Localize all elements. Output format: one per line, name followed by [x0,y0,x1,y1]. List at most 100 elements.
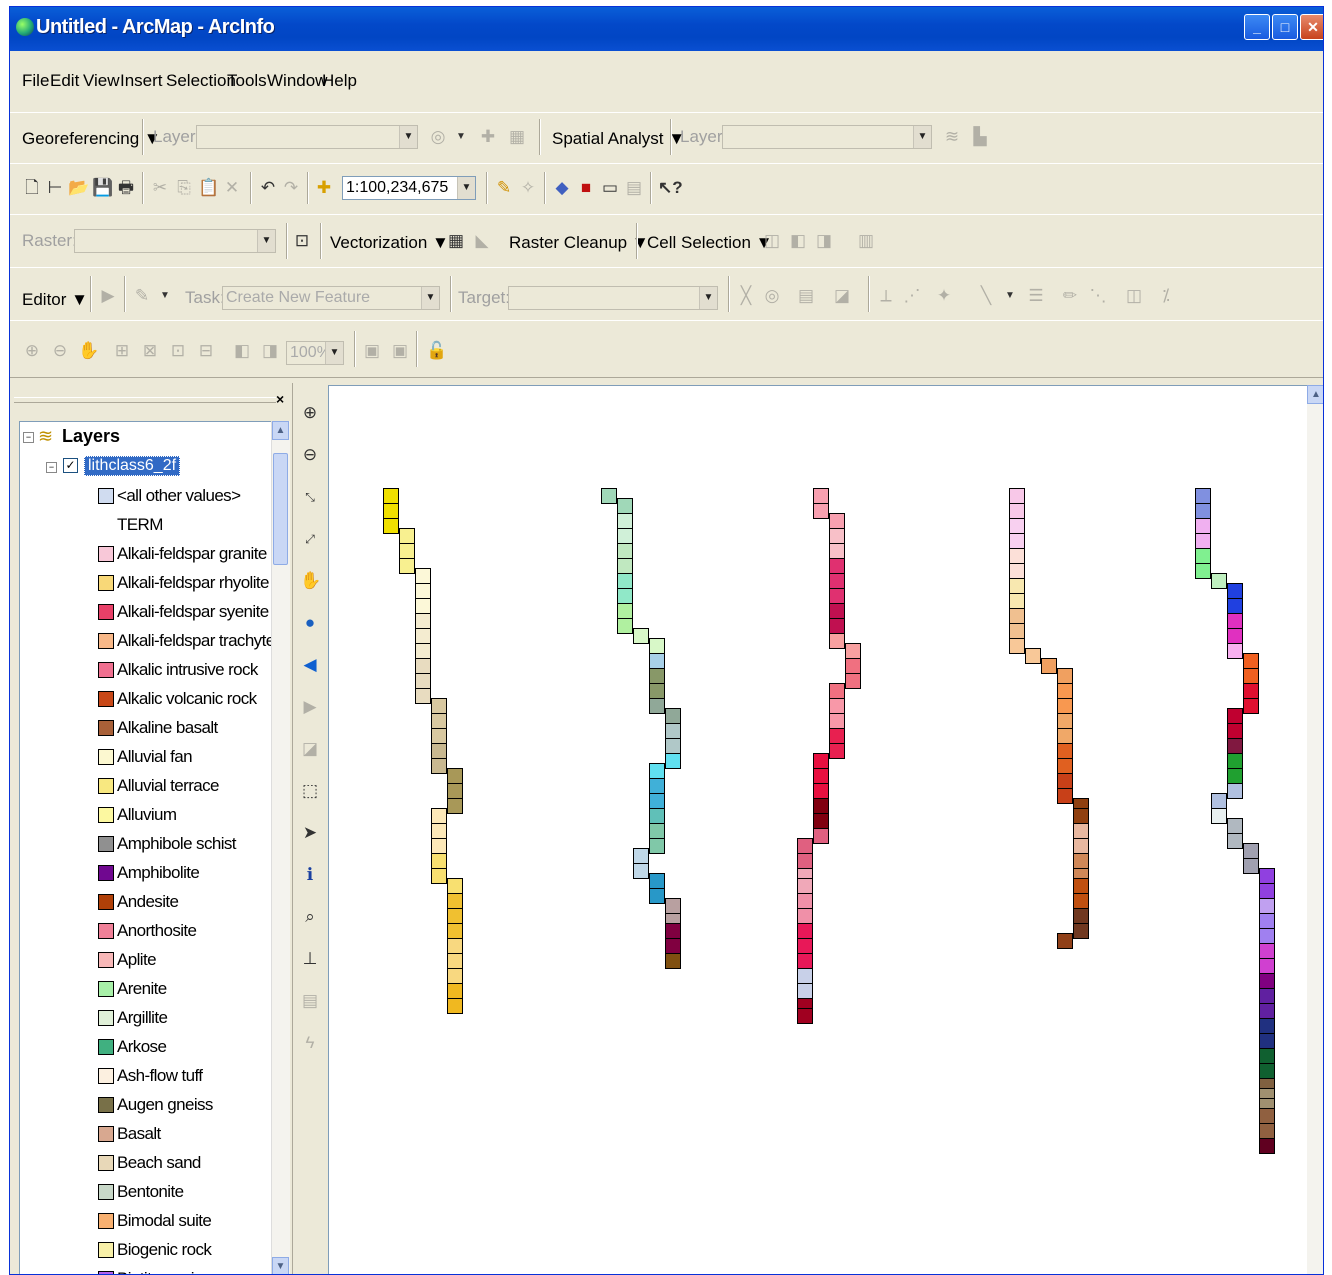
editor-menu[interactable]: Editor ▼ [22,290,88,310]
spatial-layer-combo[interactable]: ▼ [722,125,932,149]
rotate-icon[interactable]: ◎ [428,127,448,147]
print-icon[interactable]: 🖶 [116,178,136,198]
maximize-button[interactable]: □ [1272,14,1298,40]
collapse-icon[interactable]: − [46,462,57,473]
delete-icon[interactable]: ✕ [222,178,242,198]
map-tips-icon[interactable]: ▤ [300,991,320,1011]
menu-window[interactable]: Window [267,71,327,91]
zoom-100-icon[interactable]: ⊟ [196,341,216,361]
cell-selection-menu[interactable]: Cell Selection ▼ [647,233,773,253]
whats-this-help-icon[interactable]: ↖? [658,178,683,198]
measure-icon[interactable]: ⊥ [300,949,320,969]
raster-painting-icon[interactable]: ▦ [446,231,466,251]
chevron-down-icon[interactable]: ▼ [1000,286,1020,306]
toc-close-icon[interactable]: × [276,391,284,407]
layers-root[interactable]: Layers [62,426,120,447]
focus-data-frame-icon[interactable]: ▣ [390,341,410,361]
redo-icon[interactable]: ↷ [281,178,301,198]
hyperlink-icon[interactable]: ϟ [300,1033,320,1053]
edit-arrow-icon[interactable]: ▶ [98,286,118,306]
reshape-icon[interactable]: ✦ [934,286,954,306]
select-elements-icon[interactable]: ➤ [300,823,320,843]
open-folder-icon[interactable]: 📂 [68,178,89,198]
back-arrow-icon[interactable]: ◀ [300,655,320,675]
editor-toolbar-icon[interactable]: ✎ [494,178,514,198]
raster-settings-icon[interactable]: ⊡ [292,231,312,251]
command-line-icon[interactable]: ▭ [600,178,620,198]
vectorization-menu[interactable]: Vectorization ▼ [330,233,449,253]
copy-icon[interactable]: ⎘ [174,178,194,198]
attributes-icon[interactable]: ▤ [796,286,816,306]
scroll-up-icon[interactable]: ▲ [1307,385,1323,404]
map-display[interactable] [328,385,1308,1274]
layout-zoom-combo[interactable]: 100% ▼ [286,341,344,365]
layer-name[interactable]: lithclass6_2f [84,456,181,476]
remove-cells-icon[interactable]: ◨ [814,231,834,251]
forward-extent-icon[interactable]: ◨ [260,341,280,361]
menu-edit[interactable]: Edit [50,71,79,91]
georeferencing-menu[interactable]: Georeferencing ▼ [22,129,161,149]
vertex-icon[interactable]: ⋱ [1088,286,1108,306]
collapse-icon[interactable]: − [23,432,34,443]
cut-icon[interactable]: ✂ [150,178,170,198]
layout-zoom-out-icon[interactable]: ⊖ [50,341,70,361]
generalize-icon[interactable]: ⁒ [1156,286,1176,306]
split-tool-icon[interactable]: ╳ [736,286,756,306]
model-builder-icon[interactable]: ▤ [624,178,644,198]
zoom-in-icon[interactable]: ⊕ [300,403,320,423]
fixed-zoom-out-icon[interactable]: ⤢ [300,529,320,549]
minimize-button[interactable]: _ [1244,14,1270,40]
select-elements-disabled-icon[interactable]: ◪ [300,739,320,759]
find-icon[interactable]: ⌕ [300,907,320,927]
zoom-out-icon[interactable]: ⊖ [300,445,320,465]
line-style-icon[interactable]: ☰ [1026,286,1046,306]
pan-icon[interactable]: ✋ [300,571,321,591]
georef-layer-combo[interactable]: ▼ [196,125,418,149]
cell-statistics-icon[interactable]: ▥ [856,231,876,251]
contour-icon[interactable]: ≋ [942,127,962,147]
target-combo[interactable]: ▼ [508,286,718,310]
rotate-tool-icon[interactable]: ◎ [762,286,782,306]
forward-arrow-icon[interactable]: ▶ [300,697,320,717]
full-extent-globe-icon[interactable]: ● [300,613,320,633]
new-document-icon[interactable]: 🗋 [22,178,42,198]
zoom-whole-page-icon[interactable]: ⊞ [112,341,132,361]
spatial-analyst-menu[interactable]: Spatial Analyst ▼ [552,129,685,149]
close-button[interactable]: ✕ [1300,14,1323,40]
new-map-icon[interactable]: ⊢ [45,178,65,198]
scroll-up-icon[interactable]: ▲ [272,421,289,440]
sketch-properties-icon[interactable]: ◪ [832,286,852,306]
chevron-down-icon[interactable]: ▼ [451,127,471,147]
back-extent-icon[interactable]: ◧ [232,341,252,361]
raster-cleanup-menu[interactable]: Raster Cleanup ▼ [509,233,649,253]
select-connected-cells-icon[interactable]: ◫ [762,231,782,251]
raster-combo[interactable]: ▼ [74,229,276,253]
scroll-thumb[interactable] [273,453,288,565]
link-table-icon[interactable]: ▦ [507,127,527,147]
menu-selection[interactable]: Selection [166,71,236,91]
fixed-zoom-in-icon[interactable]: ⤡ [300,487,320,507]
arccatalog-icon[interactable]: ◆ [552,178,572,198]
add-data-icon[interactable]: ✚ [314,178,334,198]
layout-pan-icon[interactable]: ✋ [78,341,99,361]
toc-scrollbar[interactable]: ▲ ▼ [271,421,290,1274]
add-cells-icon[interactable]: ◧ [788,231,808,251]
add-control-points-icon[interactable]: ✚ [478,127,498,147]
identify-icon[interactable]: ℹ [300,865,320,885]
topology-icon[interactable]: ⟂ [876,286,896,306]
toggle-draft-icon[interactable]: ▣ [362,341,382,361]
toc-gripper[interactable] [14,397,276,403]
arctoolbox-edit-icon[interactable]: ✧ [518,178,538,198]
advanced-edit-icon[interactable]: ✏ [1060,286,1080,306]
save-icon[interactable]: 💾 [92,178,113,198]
undo-icon[interactable]: ↶ [258,178,278,198]
paste-icon[interactable]: 📋 [198,178,219,198]
copy-features-icon[interactable]: ◫ [1124,286,1144,306]
title-bar[interactable]: Untitled - ArcMap - ArcInfo _ □ ✕ [10,7,1323,51]
raster-select-icon[interactable]: ◣ [472,231,492,251]
sketch-pencil-icon[interactable]: ✎ [132,286,152,306]
zoom-fixed-in-icon[interactable]: ⊠ [140,341,160,361]
menu-view[interactable]: View [83,71,120,91]
menu-help[interactable]: Help [322,71,357,91]
arctoolbox-icon[interactable]: ■ [576,178,596,198]
